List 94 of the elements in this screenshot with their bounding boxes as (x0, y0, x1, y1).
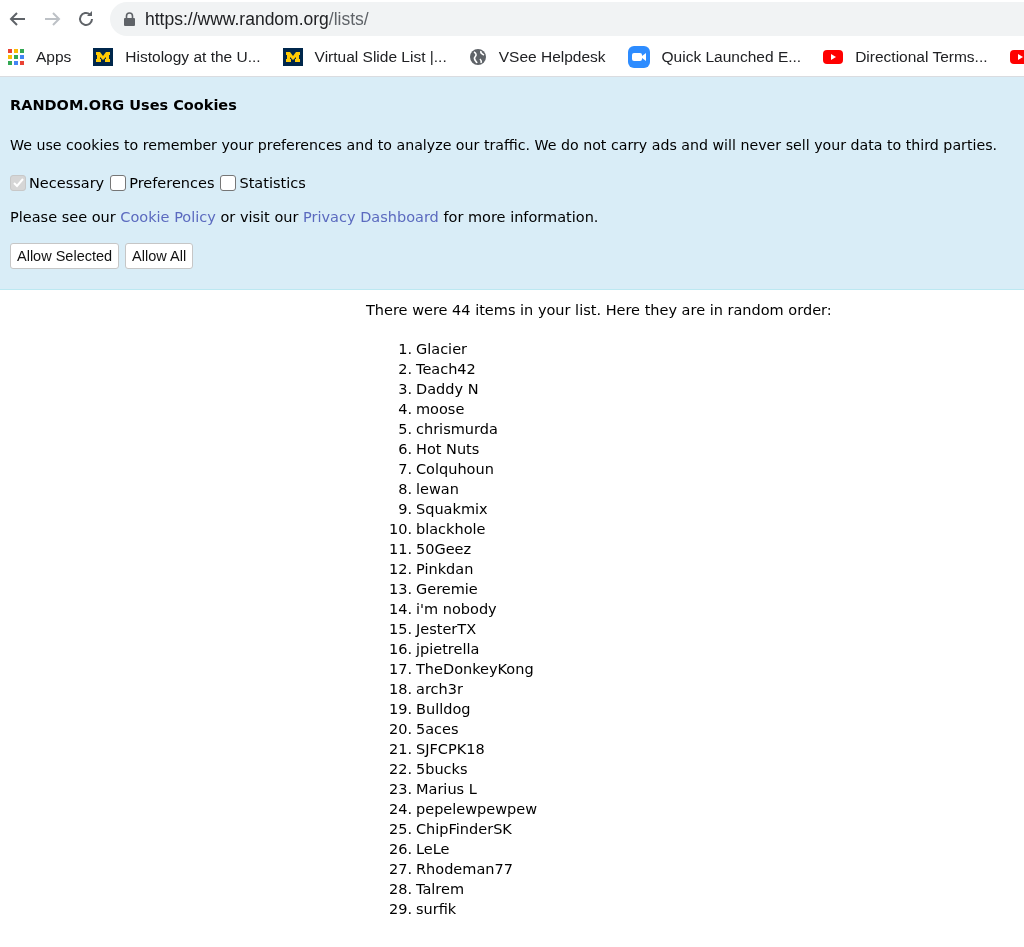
item-number: 22. (387, 760, 412, 778)
item-number: 27. (387, 860, 412, 878)
address-bar[interactable]: https://www.random.org/lists/ (110, 2, 1024, 36)
item-number: 9. (397, 500, 412, 518)
item-number: 13. (387, 580, 412, 598)
item-name: SJFCPK18 (416, 740, 485, 758)
item-name: pepelewpewpew (416, 800, 538, 818)
item-name: arch3r (416, 680, 463, 698)
item-number: 16. (387, 640, 412, 658)
play-icon (1009, 50, 1024, 64)
item-number: 20. (387, 720, 412, 738)
block-m-logo-icon (93, 48, 114, 66)
item-number: 4. (397, 400, 412, 418)
item-number: 8. (397, 480, 412, 498)
item-number: 18. (387, 680, 412, 698)
info-text: Please see our Cookie Policy or visit our Privacy Dashboard for more information. (10, 209, 600, 225)
item-number: 10. (387, 520, 412, 538)
item-name: jpietrella (416, 640, 480, 658)
item-name: LeLe (416, 840, 450, 858)
globe-icon (468, 48, 487, 66)
item-name: 50Geez (416, 540, 472, 558)
item-name: Geremie (416, 580, 478, 598)
item-number: 3. (397, 380, 412, 398)
item-number: 11. (387, 540, 412, 558)
item-name: Bulldog (416, 700, 471, 718)
lock-icon (124, 12, 135, 26)
item-name: Talrem (416, 880, 465, 898)
item-number: 19. (387, 700, 412, 718)
checkbox[interactable] (110, 175, 127, 191)
video-camera-icon (627, 46, 650, 68)
item-number: 21. (387, 740, 412, 758)
banner-title: RANDOM.ORG Uses Cookies (10, 97, 238, 113)
privacy-dashboard-link[interactable]: Privacy Dashboard (303, 209, 439, 225)
item-number: 1. (397, 340, 412, 358)
bookmark-label: Apps (36, 48, 72, 66)
item-number: 2. (397, 360, 412, 378)
item-name: Colquhoun (416, 460, 494, 478)
item-number: 26. (387, 840, 412, 858)
item-name: Daddy N (416, 380, 479, 398)
block-m-logo-icon (282, 48, 303, 66)
item-number: 12. (387, 560, 412, 578)
allow-button[interactable]: Allow Selected (10, 243, 120, 269)
item-name: JesterTX (416, 620, 477, 638)
item-number: 24. (387, 800, 412, 818)
item-number: 23. (387, 780, 412, 798)
bookmark[interactable]: Histology at the U... (93, 48, 261, 66)
item-number: 5. (397, 420, 412, 438)
bookmark[interactable]: VSee Helpdesk (468, 48, 606, 66)
checkbox-label: Preferences (129, 175, 215, 191)
checkbox[interactable] (220, 175, 237, 191)
play-icon (823, 50, 844, 64)
item-name: TheDonkeyKong (416, 660, 534, 678)
intro-text: There were 44 items in your list. Here they are in random order: (366, 302, 833, 318)
item-name: Rhodeman77 (416, 860, 513, 878)
allow-button[interactable]: Allow All (125, 243, 194, 269)
item-number: 29. (387, 900, 412, 918)
cookie-policy-link[interactable]: Cookie Policy (120, 209, 216, 225)
checkbox-label: Statistics (239, 175, 306, 191)
bookmark-label: Histology at the U... (125, 48, 261, 66)
item-number: 17. (387, 660, 412, 678)
item-number: 25. (387, 820, 412, 838)
item-number: 6. (397, 440, 412, 458)
bookmark[interactable]: Quick Launched E... (627, 46, 802, 68)
item-name: Hot Nuts (416, 440, 480, 458)
item-name: lewan (416, 480, 459, 498)
item-number: 7. (397, 460, 412, 478)
item-name: Glacier (416, 340, 468, 358)
bookmark-label: VSee Helpdesk (498, 48, 606, 66)
item-number: 14. (387, 600, 412, 618)
item-name: chrismurda (416, 420, 498, 438)
bookmark-label: Directional Terms... (855, 48, 988, 66)
bookmark[interactable]: Directional Terms... (823, 48, 988, 66)
item-name: 5aces (416, 720, 459, 738)
item-name: Teach42 (416, 360, 476, 378)
item-name: surfik (416, 900, 457, 918)
item-number: 15. (387, 620, 412, 638)
item-name: moose (416, 400, 465, 418)
bookmark[interactable]: Apps (8, 48, 72, 66)
bookmark-label: Virtual Slide List |... (314, 48, 447, 66)
checkbox-label: Necessary (29, 175, 105, 191)
banner-text: We use cookies to remember your preferences and to analyze our traffic. We do not carry ads and will never sell your data to third parties. (10, 137, 999, 153)
item-name: Squakmix (416, 500, 488, 518)
item-name: Marius L (416, 780, 477, 798)
item-name: ChipFinderSK (416, 820, 512, 838)
bookmark[interactable]: Virtual Slide List |... (282, 48, 447, 66)
apps-grid-icon (8, 49, 24, 65)
item-number: 28. (387, 880, 412, 898)
url-text: https://www.random.org/lists/ (145, 8, 369, 30)
bookmark-label: Quick Launched E... (661, 48, 802, 66)
item-name: Pinkdan (416, 560, 474, 578)
item-name: i'm nobody (416, 600, 497, 618)
item-name: 5bucks (416, 760, 468, 778)
reload-icon[interactable] (76, 9, 96, 29)
item-name: blackhole (416, 520, 486, 538)
